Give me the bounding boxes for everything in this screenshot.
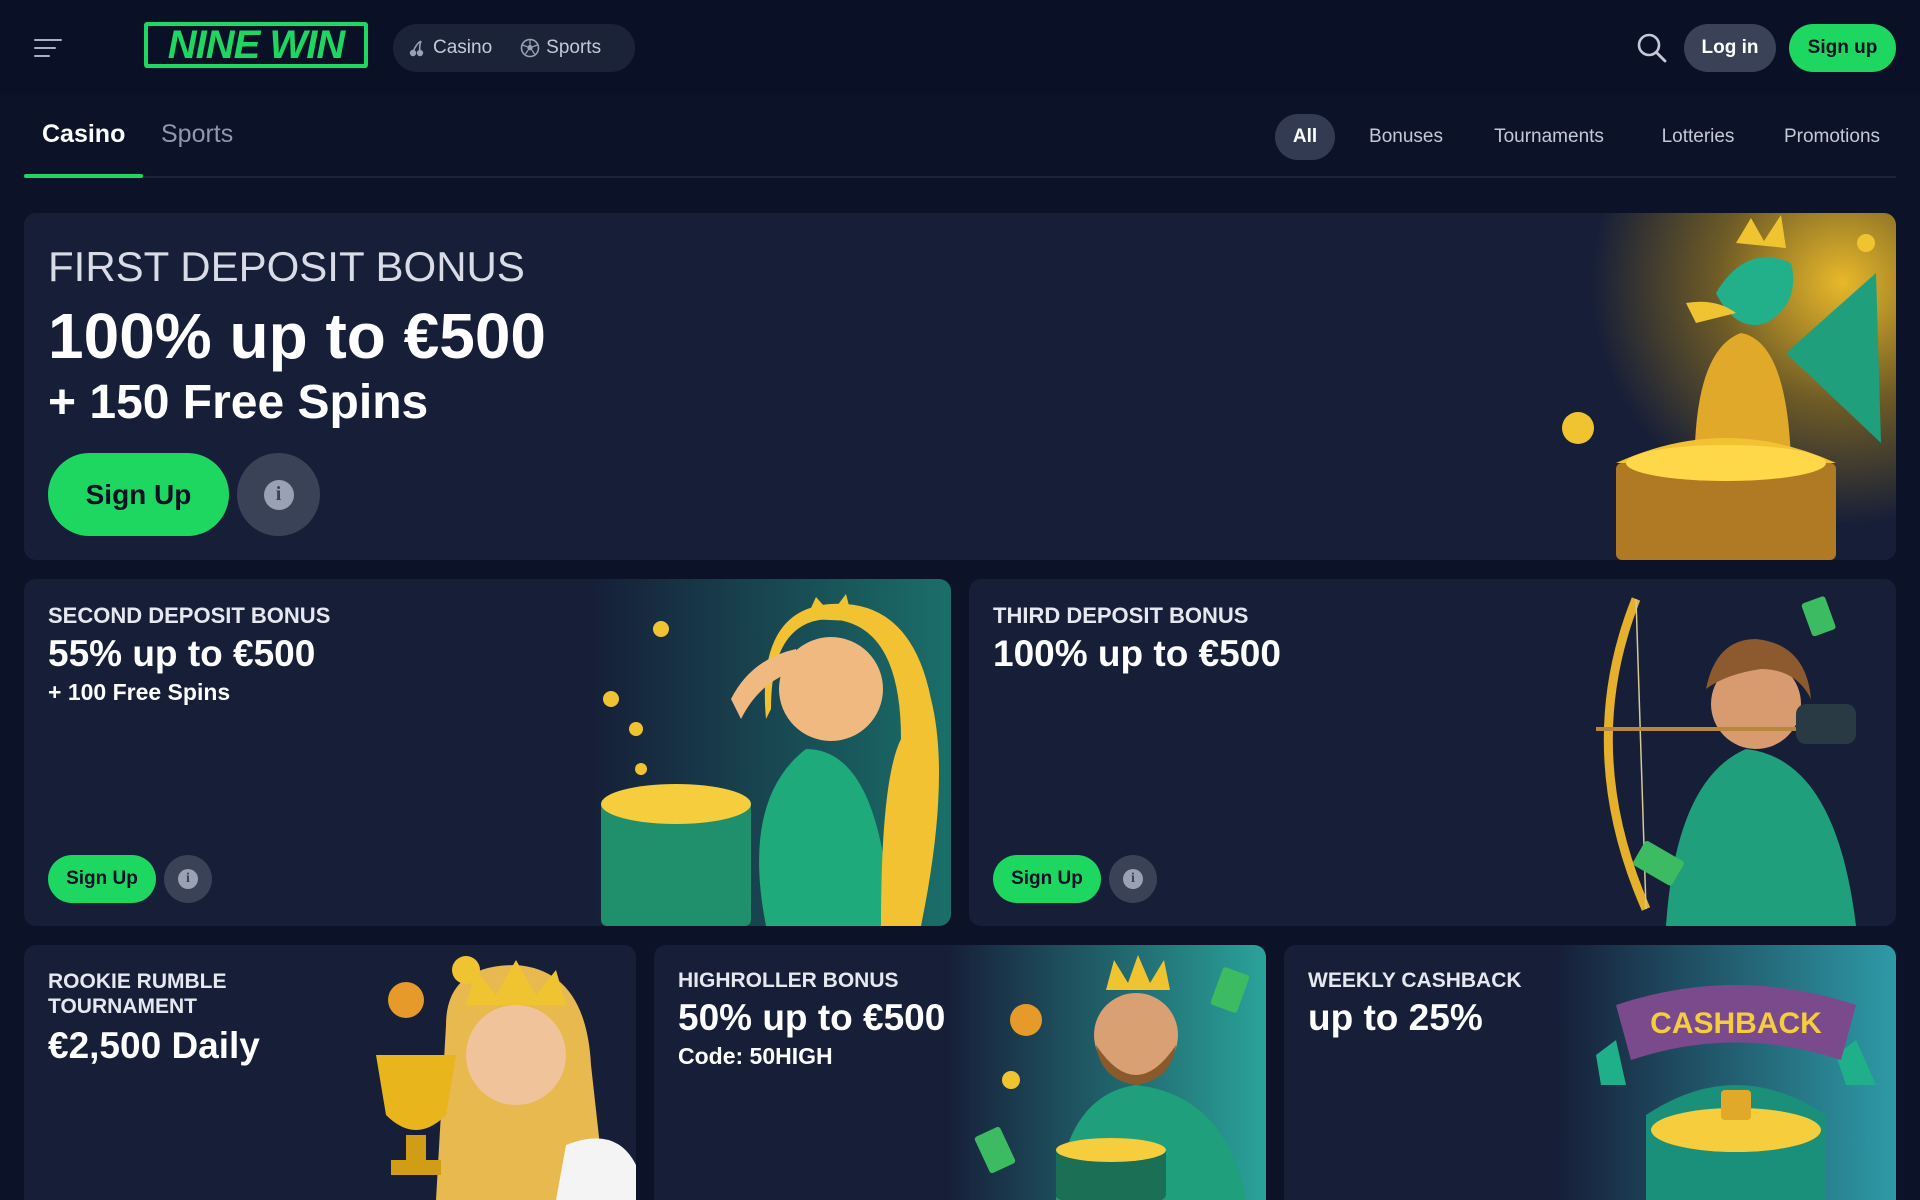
hamburger-menu-icon[interactable] [34,37,62,59]
first-deposit-promo-card[interactable]: FIRST DEPOSIT BONUS 100% up to €500 + 15… [24,213,1896,560]
archer-elf-art [1556,579,1896,926]
search-icon[interactable] [1636,32,1668,64]
princess-treasure-art [591,579,951,926]
filter-bonuses[interactable]: Bonuses [1354,114,1458,160]
promo-kicker: SECOND DEPOSIT BONUS [48,603,331,628]
active-tab-underline [24,174,143,178]
second-deposit-promo-card[interactable]: SECOND DEPOSIT BONUS 55% up to €500 + 10… [24,579,951,926]
queen-trophy-art [316,945,636,1200]
mode-sports[interactable]: Sports [520,37,601,59]
nine-win-logo[interactable]: NINE WIN [144,22,368,68]
promo-headline: 55% up to €500 [48,633,316,674]
weekly-cashback-promo-card[interactable]: CASHBACK WEEKLY CASHBACK up to 25% [1284,945,1896,1200]
third-deposit-signup-button[interactable]: Sign Up [993,855,1101,903]
promo-subline: Code: 50HIGH [678,1043,833,1069]
promo-headline: 50% up to €500 [678,997,946,1038]
header-signup-button[interactable]: Sign up [1789,24,1896,72]
first-deposit-signup-button[interactable]: Sign Up [48,453,229,536]
third-deposit-promo-card[interactable]: THIRD DEPOSIT BONUS 100% up to €500 Sign… [969,579,1896,926]
info-icon: i [1123,869,1143,889]
promo-headline: 100% up to €500 [993,633,1281,674]
rookie-rumble-promo-card[interactable]: ROOKIE RUMBLE TOURNAMENT €2,500 Daily [24,945,636,1200]
cherry-icon [409,40,424,57]
second-deposit-signup-button[interactable]: Sign Up [48,855,156,903]
filter-tournaments[interactable]: Tournaments [1473,114,1625,160]
mode-casino-label: Casino [433,37,493,58]
promo-headline: up to 25% [1308,997,1483,1038]
filter-promotions[interactable]: Promotions [1768,114,1896,160]
soccer-ball-icon [520,38,540,58]
promo-kicker: FIRST DEPOSIT BONUS [48,243,525,290]
login-button[interactable]: Log in [1684,24,1776,72]
cashback-chest-art: CASHBACK [1556,945,1896,1200]
info-icon: i [178,869,198,889]
filter-all[interactable]: All [1275,114,1335,160]
promo-headline: 100% up to €500 [48,300,546,372]
promo-subline: + 100 Free Spins [48,679,231,705]
promo-subline: + 150 Free Spins [48,376,429,429]
tab-sports[interactable]: Sports [161,120,233,149]
logo-text: NINE WIN [148,23,364,67]
promo-kicker: ROOKIE RUMBLE TOURNAMENT [48,970,227,1018]
tab-casino[interactable]: Casino [42,120,125,149]
highroller-promo-card[interactable]: HIGHROLLER BONUS 50% up to €500 Code: 50… [654,945,1266,1200]
promo-kicker: WEEKLY CASHBACK [1308,969,1522,992]
promo-headline: €2,500 Daily [48,1025,260,1066]
first-deposit-info-button[interactable]: i [237,453,320,536]
promo-kicker: HIGHROLLER BONUS [678,969,899,992]
second-deposit-info-button[interactable]: i [164,855,212,903]
cashback-badge-text: CASHBACK [1650,1007,1822,1040]
category-tabs: Casino Sports All Bonuses Tournaments Lo… [24,104,1896,178]
third-deposit-info-button[interactable]: i [1109,855,1157,903]
top-header: NINE WIN Casino Sports Log in Sign up [0,0,1920,95]
dragon-treasure-art [1536,213,1896,560]
promo-kicker: THIRD DEPOSIT BONUS [993,603,1249,628]
casino-sports-switch: Casino Sports [393,24,635,72]
mode-casino[interactable]: Casino [407,37,492,59]
king-gold-art [946,945,1266,1200]
mode-sports-label: Sports [546,37,602,58]
info-icon: i [263,479,294,510]
filter-lotteries[interactable]: Lotteries [1638,114,1758,160]
